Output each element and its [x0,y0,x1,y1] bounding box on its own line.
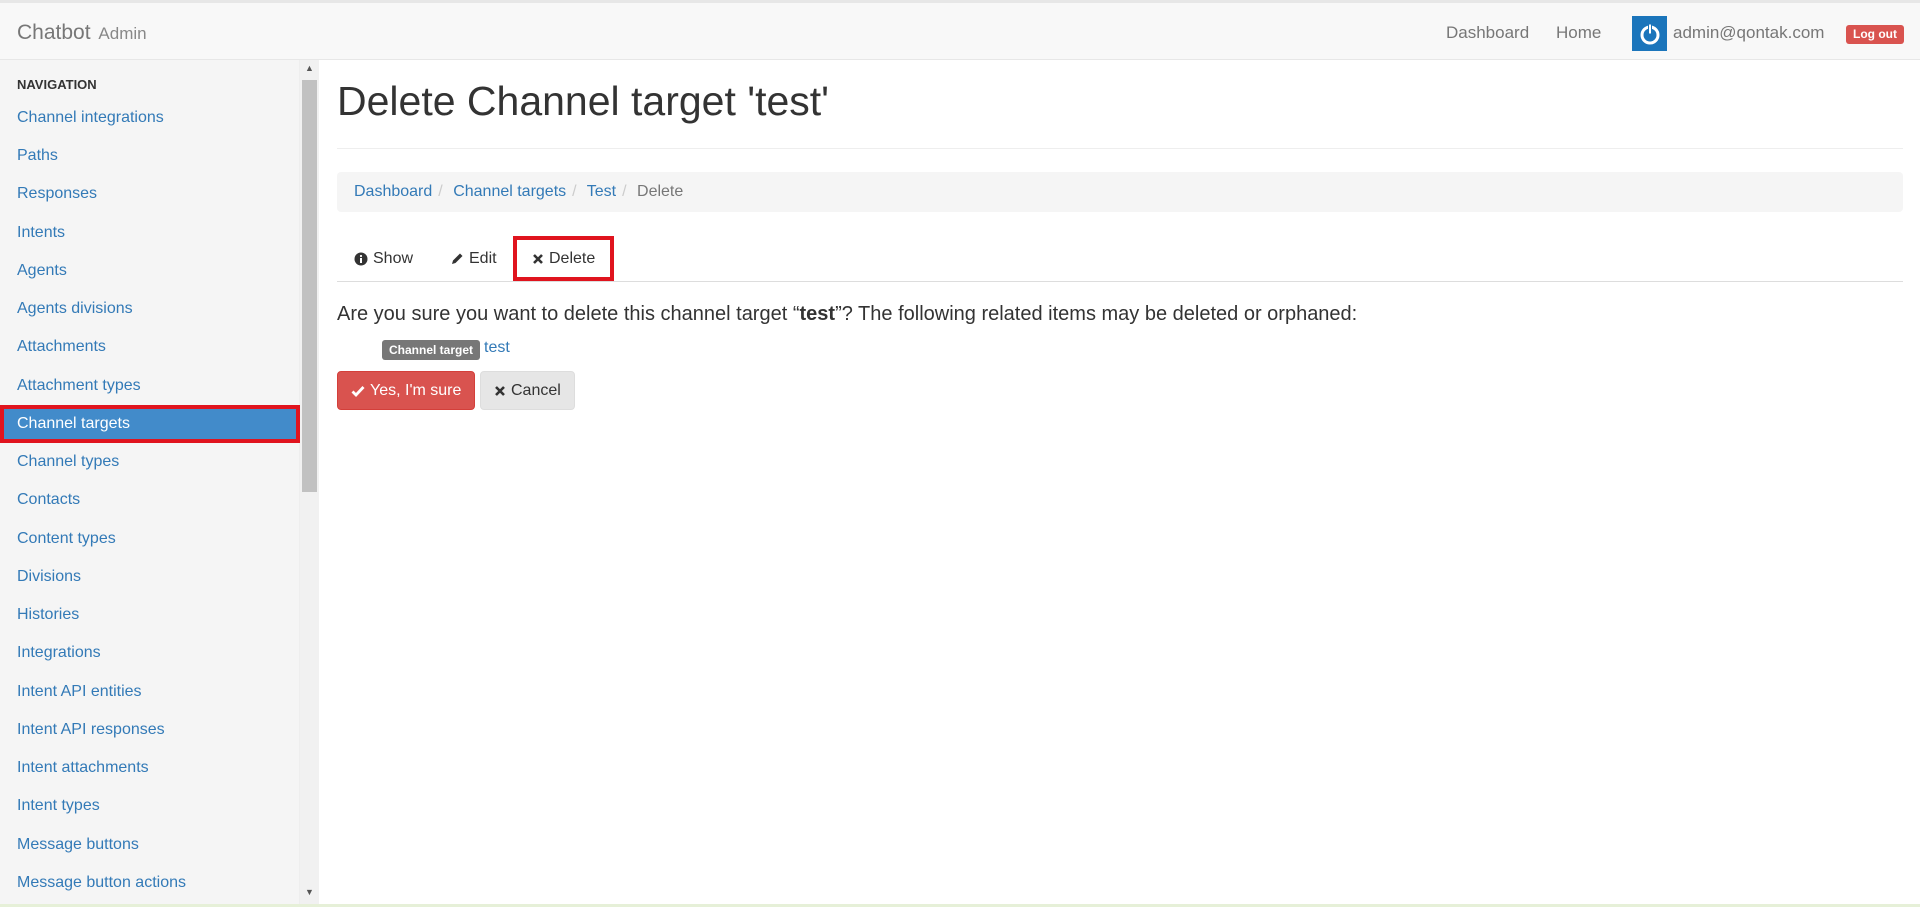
tabs-divider [337,281,1903,282]
title-divider [337,148,1903,149]
breadcrumb-test[interactable]: Test [587,183,616,200]
page-title: Delete Channel target 'test' [337,78,829,124]
scroll-down-arrow-icon[interactable]: ▼ [302,887,317,901]
nav-home-link[interactable]: Home [1556,23,1601,43]
sidebar-item-message-buttons[interactable]: Message buttons [0,826,300,864]
breadcrumb-separator: / [438,183,443,200]
confirm-suffix: ”? The following related items may be de… [835,303,1358,325]
tab-edit[interactable]: Edit [450,236,497,281]
sidebar-item-agents-divisions[interactable]: Agents divisions [0,290,300,328]
check-icon [351,385,365,397]
related-item-link[interactable]: test [484,339,510,357]
sidebar-item-channel-integrations[interactable]: Channel integrations [0,99,300,137]
breadcrumb-current: Delete [637,183,684,200]
sidebar-item-intent-api-responses[interactable]: Intent API responses [0,711,300,749]
pencil-icon [452,253,463,264]
sidebar-item-contacts[interactable]: Contacts [0,481,300,519]
sidebar-item-agents[interactable]: Agents [0,252,300,290]
confirm-delete-button[interactable]: Yes, I'm sure [337,371,476,410]
top-navbar: Chatbot Admin Dashboard Home admin@qonta… [0,0,1920,60]
breadcrumb-separator: / [622,183,627,200]
tab-show-label: Show [373,250,414,267]
sidebar-item-intents[interactable]: Intents [0,214,300,252]
confirm-message: Are you sure you want to delete this cha… [337,303,1357,326]
tab-edit-label: Edit [469,250,497,267]
brand-subtitle: Admin [98,24,147,43]
user-email[interactable]: admin@qontak.com [1673,23,1824,43]
sidebar-item-channel-targets[interactable]: Channel targets [0,405,300,443]
breadcrumb-channel-targets[interactable]: Channel targets [453,183,566,200]
cancel-button[interactable]: Cancel [480,371,575,410]
related-item-type-badge: Channel target [382,340,481,360]
sidebar: NAVIGATION Channel integrations Paths Re… [0,60,300,907]
info-circle-icon [354,252,368,265]
sidebar-item-histories[interactable]: Histories [0,596,300,634]
brand[interactable]: Chatbot Admin [17,21,147,45]
sidebar-item-intent-types[interactable]: Intent types [0,787,300,825]
sidebar-item-divisions[interactable]: Divisions [0,558,300,596]
breadcrumb: Dashboard / Channel targets / Test / Delete [337,172,1903,212]
logout-button[interactable]: Log out [1846,25,1904,44]
confirm-delete-label: Yes, I'm sure [370,381,462,399]
sidebar-scrollbar-thumb[interactable] [302,80,317,492]
tab-show[interactable]: Show [354,236,413,281]
breadcrumb-separator: / [572,183,577,200]
scroll-up-arrow-icon[interactable]: ▲ [302,63,317,77]
times-icon [495,385,505,396]
sidebar-item-content-types[interactable]: Content types [0,520,300,558]
tab-delete[interactable]: Delete [513,236,615,281]
sidebar-item-attachment-types[interactable]: Attachment types [0,367,300,405]
sidebar-item-paths[interactable]: Paths [0,137,300,175]
brand-title: Chatbot [17,21,91,44]
tab-delete-label: Delete [549,250,596,267]
sidebar-item-intent-api-entities[interactable]: Intent API entities [0,673,300,711]
power-icon [1640,23,1659,44]
avatar[interactable] [1632,16,1667,51]
nav-dashboard-link[interactable]: Dashboard [1446,23,1529,43]
sidebar-item-attachments[interactable]: Attachments [0,328,300,366]
sidebar-item-channel-types[interactable]: Channel types [0,443,300,481]
confirm-object-name: test [799,303,836,325]
sidebar-item-responses[interactable]: Responses [0,175,300,213]
cancel-label: Cancel [511,381,561,399]
sidebar-item-intent-attachments[interactable]: Intent attachments [0,749,300,787]
times-icon [533,253,543,264]
breadcrumb-dashboard[interactable]: Dashboard [354,183,432,200]
sidebar-item-integrations[interactable]: Integrations [0,634,300,672]
sidebar-item-message-button-actions[interactable]: Message button actions [0,864,300,902]
sidebar-header: NAVIGATION [17,77,97,92]
confirm-prefix: Are you sure you want to delete this cha… [337,303,800,325]
